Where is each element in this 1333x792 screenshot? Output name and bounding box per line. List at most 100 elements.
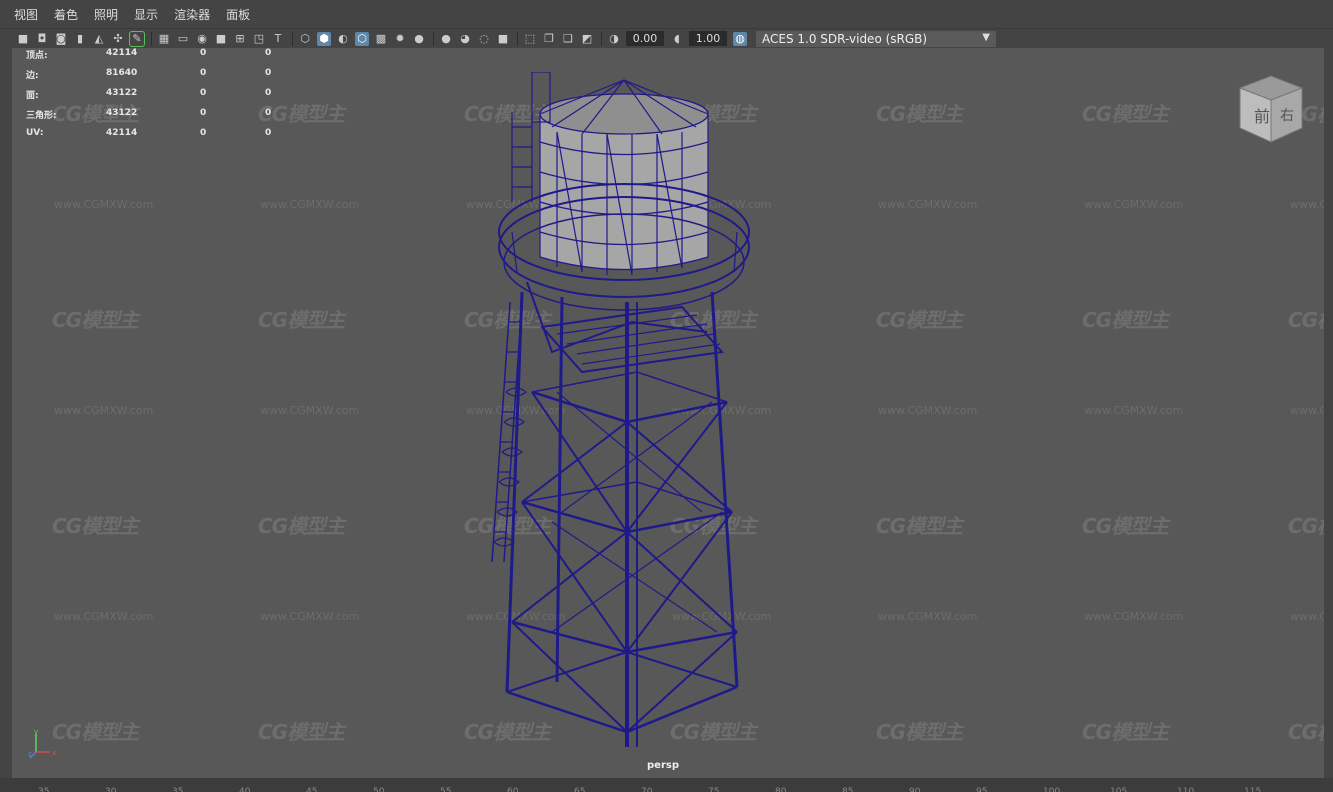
water-tower-model[interactable] [482,72,782,752]
shadows-icon[interactable]: ● [412,32,426,46]
default-material-icon[interactable]: ◐ [336,32,350,46]
stat-value: 0 [200,68,207,78]
viewcube-front-label: 前 [1254,107,1270,126]
toolbar-separator [292,31,293,46]
3d-viewport[interactable]: CG模型主 www.CGMXW.com CG模型主 www.CGMXW.com CG模型… [12,48,1324,778]
watermark-logo: CG模型主 [876,308,963,332]
resolution-gate-icon[interactable]: ◉ [195,32,209,46]
textured-icon[interactable]: ▩ [374,32,388,46]
motion-blur-icon[interactable]: ◕ [458,32,472,46]
stat-value: 0 [265,68,272,78]
exposure-icon[interactable]: ◑ [607,32,621,46]
gamma-field[interactable]: 1.00 [689,31,727,46]
watermark-logo: CG模型主 [258,514,345,538]
menu-lighting[interactable]: 照明 [94,6,118,23]
ruler-tick-label: 90 [909,787,921,792]
ruler-tick-label: 50 [373,787,385,792]
color-management-icon[interactable]: ◍ [733,31,747,46]
stat-row-faces: 面: 43122 0 0 [26,88,326,108]
viewport-menu-bar: 视图 着色 照明 显示 渲染器 面板 [0,0,1333,28]
stat-value: 0 [265,108,272,118]
isolate-select-icon[interactable]: ⬚ [523,32,537,46]
ruler-tick-label: 100 [1043,787,1061,792]
anti-aliasing-icon[interactable]: ◌ [477,32,491,46]
watermark-url: www.CGMXW.com [54,610,154,623]
watermark-logo: CG模型主 [258,720,345,744]
wireframe-icon[interactable]: ⬡ [298,32,312,46]
stat-row-triangles: 三角形: 43122 0 0 [26,108,326,128]
watermark-url: www.CGMXW.com [54,198,154,211]
film-gate-icon[interactable]: ▭ [176,32,190,46]
use-all-lights-icon[interactable]: ✹ [393,32,407,46]
color-space-dropdown[interactable]: ACES 1.0 SDR-video (sRGB) ▼ [756,30,996,47]
stat-row-vertices: 顶点: 42114 0 0 [26,48,326,68]
ruler-tick-label: 65 [574,787,586,792]
stat-label: 顶点: [26,51,48,61]
select-camera-icon[interactable]: ■ [16,32,30,46]
axis-x-label: x [52,749,56,757]
ruler-tick-label: 35 [38,787,50,792]
menu-view[interactable]: 视图 [14,6,38,23]
viewport-toolbar: ■ ◘ ◙ ▮ ◭ ✣ ✎ ▦ ▭ ◉ ■ ⊞ ◳ T ⬡ ⬢ ◐ ⬡ ▩ ✹ … [0,28,1333,48]
stat-label: 边: [26,71,39,81]
safe-action-icon[interactable]: ◳ [252,32,266,46]
grease-pencil-icon[interactable]: ✣ [111,32,125,46]
watermark-logo: CG模型主 [876,514,963,538]
stat-row-uvs: UV: 42114 0 0 [26,128,326,148]
depth-of-field-icon[interactable]: ■ [496,32,510,46]
image-plane-icon[interactable]: ▮ [73,32,87,46]
axis-z-label: z [28,750,32,758]
menu-panels[interactable]: 面板 [226,6,250,23]
watermark-url: www.CGMXW.com [1290,610,1324,623]
watermark-url: www.CGMXW.com [878,198,978,211]
stat-value: 0 [265,128,272,138]
gate-mask-icon[interactable]: ■ [214,32,228,46]
watermark-logo: CG模型主 [52,514,139,538]
watermark-url: www.CGMXW.com [1290,404,1324,417]
ruler-tick-label: 70 [641,787,653,792]
menu-shading[interactable]: 着色 [54,6,78,23]
toolbar-separator [601,31,602,46]
bookmark-icon[interactable]: ◙ [54,32,68,46]
stat-row-edges: 边: 81640 0 0 [26,68,326,88]
exposure-field[interactable]: 0.00 [626,31,664,46]
watermark-url: www.CGMXW.com [1084,404,1184,417]
ruler-tick-label: 30 [105,787,117,792]
xray-icon[interactable]: ❐ [542,32,556,46]
watermark-logo: CG模型主 [52,308,139,332]
watermark-url: www.CGMXW.com [1084,610,1184,623]
watermark-url: www.CGMXW.com [1084,198,1184,211]
camera-attributes-icon[interactable]: ◘ [35,32,49,46]
ruler-tick-label: 80 [775,787,787,792]
toolbar-separator [433,31,434,46]
stat-value: 0 [265,48,272,58]
time-slider-ruler[interactable]: 35 30 35 40 45 50 55 60 65 70 75 80 85 90 95 100 105 110 1… [0,778,1333,792]
watermark-url: www.CGMXW.com [878,404,978,417]
ruler-tick-label: 45 [306,787,318,792]
viewcube-right-label: 右 [1280,108,1294,124]
watermark-logo: CG模型主 [258,308,345,332]
xray-joints-icon[interactable]: ◩ [580,32,594,46]
screen-space-ao-icon[interactable]: ● [439,32,453,46]
menu-show[interactable]: 显示 [134,6,158,23]
2d-pan-zoom-icon[interactable]: ◭ [92,32,106,46]
toolbar-separator [517,31,518,46]
grid-icon[interactable]: ▦ [157,32,171,46]
watermark-logo: CG模型主 [876,720,963,744]
watermark-url: www.CGMXW.com [1290,198,1324,211]
gamma-icon[interactable]: ◖ [670,32,684,46]
wireframe-on-shaded-icon[interactable]: ⬡ [355,31,369,46]
safe-title-icon[interactable]: T [271,32,285,46]
view-cube[interactable]: 前 右 [1238,74,1304,144]
stat-label: 三角形: [26,111,57,121]
smooth-shade-icon[interactable]: ⬢ [317,31,331,46]
toolbar-separator [151,31,152,46]
watermark-url: www.CGMXW.com [260,610,360,623]
watermark-logo: CG模型主 [876,102,963,126]
menu-renderer[interactable]: 渲染器 [174,6,210,23]
stat-value: 0 [265,88,272,98]
xray-active-components-icon[interactable]: ❑ [561,32,575,46]
field-chart-icon[interactable]: ⊞ [233,32,247,46]
stat-value: 0 [200,108,207,118]
pencil-icon[interactable]: ✎ [129,30,145,47]
